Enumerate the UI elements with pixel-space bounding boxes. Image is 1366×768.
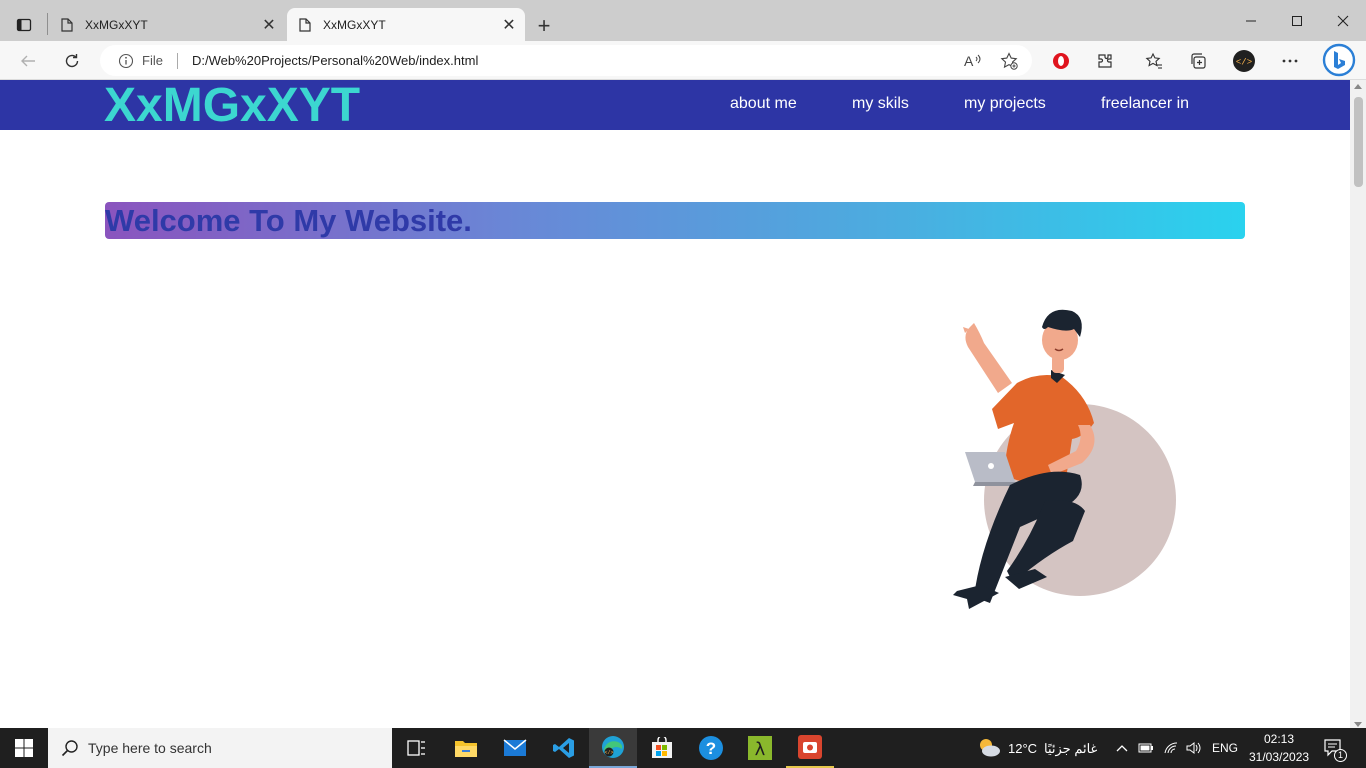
page-icon — [59, 17, 75, 33]
bing-copilot-icon[interactable] — [1321, 43, 1357, 77]
close-tab-icon[interactable]: ✕ — [257, 13, 281, 37]
close-window-icon[interactable] — [1320, 0, 1366, 41]
site-logo[interactable]: XxMGxXYT — [104, 80, 360, 133]
clock-time[interactable]: 02:13 — [1264, 732, 1294, 746]
scroll-down-icon[interactable] — [1354, 722, 1362, 727]
tab-title: XxMGxXYT — [323, 17, 386, 32]
search-icon — [60, 738, 80, 758]
weather-icon[interactable] — [976, 736, 1002, 758]
minimize-icon[interactable] — [1228, 0, 1274, 41]
site-header: XxMGxXYT about me my skils my projects f… — [0, 80, 1350, 133]
vscode-icon[interactable] — [540, 728, 588, 768]
battery-icon[interactable] — [1138, 740, 1154, 756]
tab-separator — [47, 13, 48, 35]
screen-recorder-icon[interactable] — [786, 728, 834, 768]
windows-taskbar: Type here to search </> ? λ 12°C غائم جز… — [0, 728, 1366, 768]
page-viewport: XxMGxXYT about me my skils my projects f… — [0, 80, 1350, 728]
welcome-heading: Welcome To My Website. — [105, 203, 472, 238]
chevron-up-icon[interactable] — [1114, 740, 1130, 756]
browser-tab-1[interactable]: XxMGxXYT ✕ — [49, 8, 285, 41]
language-indicator[interactable]: ENG — [1212, 741, 1238, 755]
tab-title: XxMGxXYT — [85, 17, 148, 32]
dev-tools-extension-icon[interactable]: </> — [1228, 45, 1260, 77]
page-icon — [297, 17, 313, 33]
lambda-app-icon[interactable]: λ — [736, 728, 784, 768]
nav-link-my-skills[interactable]: my skils — [852, 95, 909, 113]
omnibox-divider — [176, 52, 178, 69]
refresh-icon[interactable] — [56, 45, 88, 77]
favorite-add-icon[interactable] — [998, 50, 1020, 72]
svg-text:</>: </> — [604, 750, 613, 756]
microsoft-store-icon[interactable] — [638, 728, 686, 768]
more-options-icon[interactable] — [1274, 45, 1306, 77]
maximize-icon[interactable] — [1274, 0, 1320, 41]
mail-icon[interactable] — [491, 728, 539, 768]
address-bar[interactable]: File D:/Web%20Projects/Personal%20Web/in… — [100, 45, 1032, 76]
nav-link-freelancer-in[interactable]: freelancer in — [1101, 95, 1189, 113]
task-view-icon[interactable] — [392, 728, 440, 768]
wifi-icon[interactable] — [1163, 740, 1179, 756]
collections-icon[interactable] — [1182, 45, 1214, 77]
volume-icon[interactable] — [1186, 740, 1202, 756]
new-tab-button[interactable]: + — [530, 12, 558, 40]
weather-condition[interactable]: غائم جزئيًا — [1044, 741, 1097, 757]
svg-text:?: ? — [706, 739, 716, 758]
scheme-label: File — [142, 53, 163, 68]
notification-count-badge: 1 — [1334, 749, 1347, 762]
extensions-icon[interactable] — [1089, 45, 1121, 77]
svg-text:λ: λ — [755, 739, 766, 760]
taskbar-search-box[interactable]: Type here to search — [48, 728, 392, 768]
close-tab-icon[interactable]: ✕ — [497, 13, 521, 37]
svg-text:</>: </> — [1236, 58, 1252, 68]
nav-link-my-projects[interactable]: my projects — [964, 95, 1046, 113]
read-aloud-icon[interactable]: A — [962, 50, 984, 72]
nav-link-about-me[interactable]: about me — [730, 95, 797, 113]
scroll-thumb[interactable] — [1354, 97, 1363, 187]
hero-illustration — [953, 309, 1176, 609]
browser-tab-strip: XxMGxXYT ✕ XxMGxXYT ✕ + — [0, 0, 1366, 41]
tab-actions-icon[interactable] — [8, 9, 40, 41]
search-placeholder: Type here to search — [88, 740, 212, 756]
weather-temperature[interactable]: 12°C — [1008, 741, 1037, 756]
url-text[interactable]: D:/Web%20Projects/Personal%20Web/index.h… — [192, 53, 478, 68]
info-icon[interactable] — [118, 53, 134, 69]
file-explorer-icon[interactable] — [442, 728, 490, 768]
windows-start-icon[interactable] — [0, 728, 48, 768]
page-scrollbar[interactable] — [1350, 80, 1366, 728]
opera-extension-icon[interactable] — [1045, 45, 1077, 77]
browser-toolbar: File D:/Web%20Projects/Personal%20Web/in… — [0, 41, 1366, 80]
welcome-banner: Welcome To My Website. — [105, 202, 1245, 239]
clock-date[interactable]: 31/03/2023 — [1249, 750, 1309, 764]
back-icon[interactable] — [12, 45, 44, 77]
browser-tab-2[interactable]: XxMGxXYT ✕ — [287, 8, 525, 41]
edge-icon[interactable]: </> — [589, 728, 637, 768]
help-icon[interactable]: ? — [687, 728, 735, 768]
scroll-up-icon[interactable] — [1354, 84, 1362, 89]
svg-text:A: A — [964, 53, 974, 69]
favorites-icon[interactable] — [1138, 45, 1170, 77]
